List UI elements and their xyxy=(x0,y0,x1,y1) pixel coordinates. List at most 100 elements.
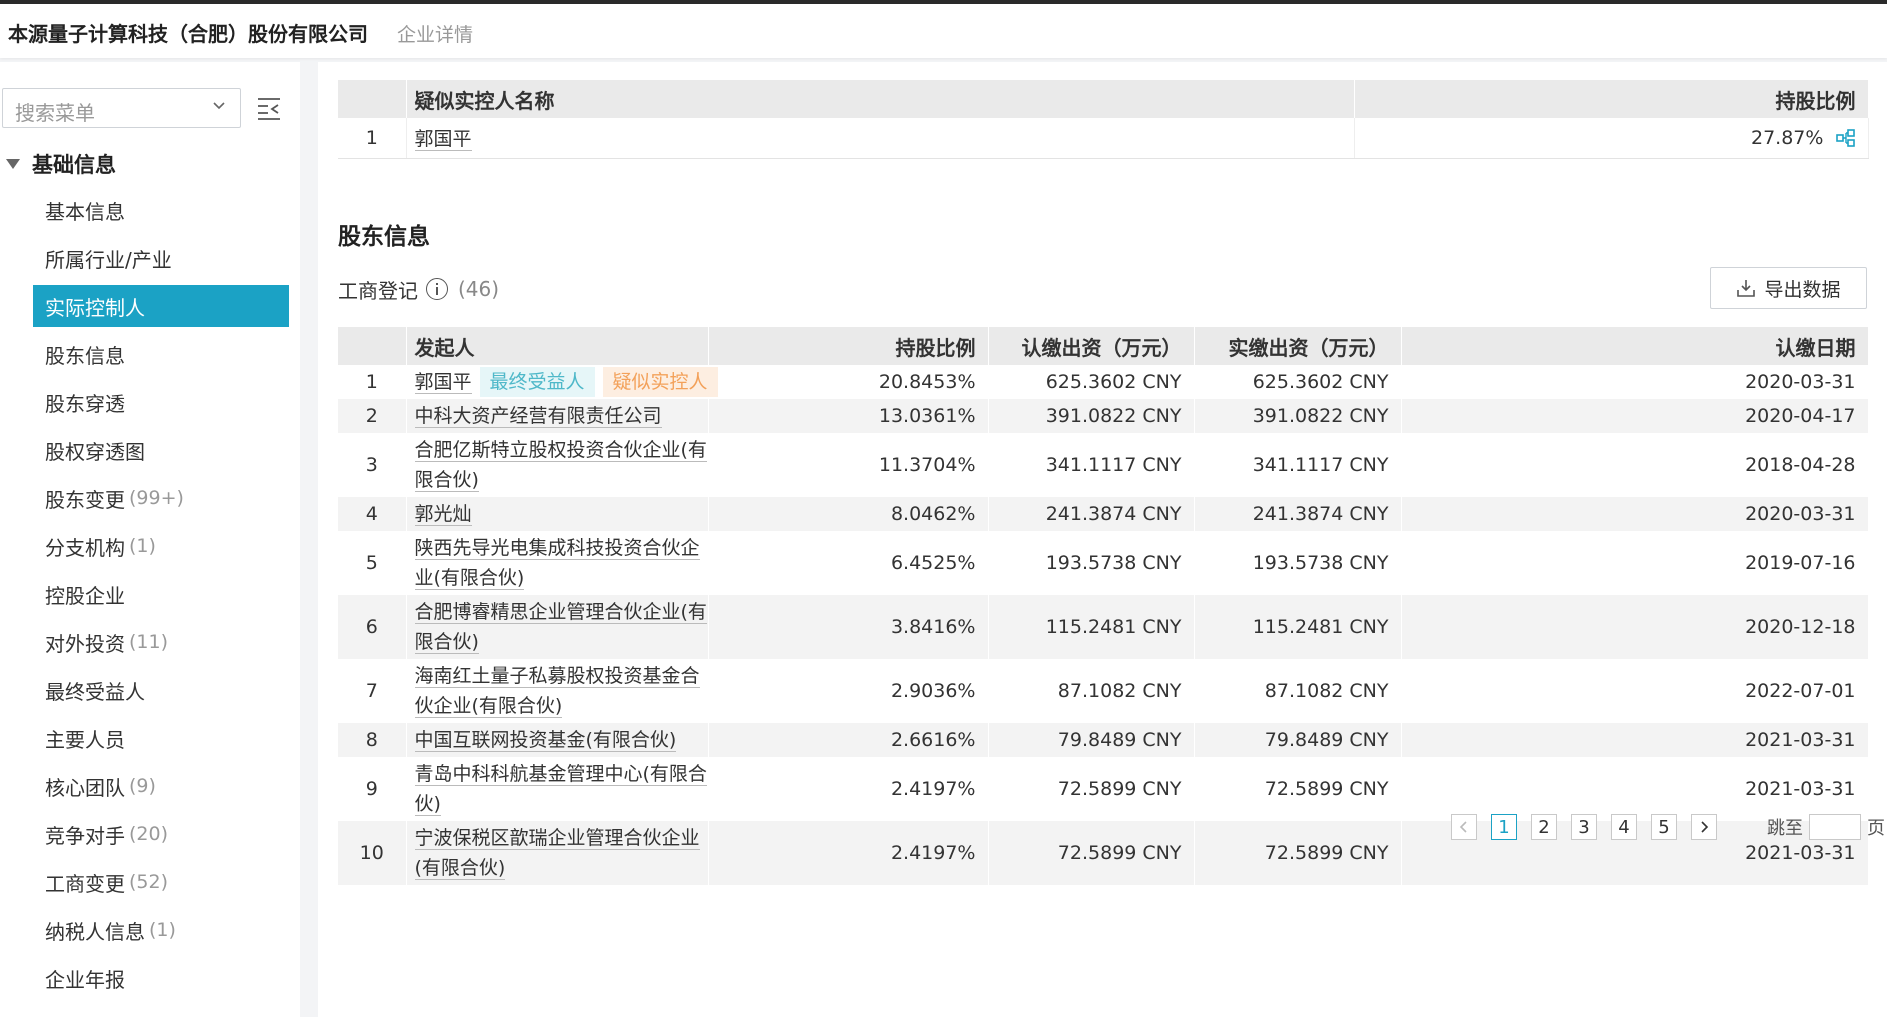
sidebar-item[interactable]: 最终受益人 xyxy=(33,669,289,711)
sidebar-item[interactable]: 纳税人信息 (1) xyxy=(33,909,289,951)
row-no: 1 xyxy=(338,118,407,159)
founder-cell: 青岛中科科航基金管理中心(有限合伙) xyxy=(406,757,709,821)
prev-page-button[interactable] xyxy=(1451,814,1477,840)
founder-name-link[interactable]: 陕西先导光电集成科技投资合伙企业(有限合伙) xyxy=(414,537,700,590)
equity-chart-icon[interactable] xyxy=(1835,128,1856,147)
founder-cell: 海南红土量子私募股权投资基金合伙企业(有限合伙) xyxy=(406,659,709,723)
ratio-cell: 13.0361% xyxy=(708,399,989,433)
founder-name-link[interactable]: 海南红土量子私募股权投资基金合伙企业(有限合伙) xyxy=(414,665,700,718)
sidebar-item[interactable]: 股东信息 xyxy=(33,333,289,375)
sidebar-item[interactable]: 核心团队 (9) xyxy=(33,765,289,807)
subscribed-cell: 87.1082 CNY xyxy=(988,659,1195,723)
sidebar-item[interactable]: 竞争对手 (20) xyxy=(33,813,289,855)
sidebar-item-label: 核心团队 xyxy=(45,775,125,800)
sidebar-item[interactable]: 对外投资 (11) xyxy=(33,621,289,663)
sidebar-item-label: 股权穿透图 xyxy=(45,439,145,464)
founder-name-link[interactable]: 合肥亿斯特立股权投资合伙企业(有限合伙) xyxy=(414,439,707,492)
sidebar-item-label: 对外投资 xyxy=(45,631,125,656)
ratio-cell: 6.4525% xyxy=(708,531,989,595)
paid-cell: 241.3874 CNY xyxy=(1194,497,1402,531)
founder-name-link[interactable]: 合肥博睿精思企业管理合伙企业(有限合伙) xyxy=(414,601,707,654)
next-page-button[interactable] xyxy=(1691,814,1717,840)
ratio-cell: 2.9036% xyxy=(708,659,989,723)
date-cell: 2020-12-18 xyxy=(1401,595,1869,659)
founder-name-link[interactable]: 郭光灿 xyxy=(414,503,472,526)
paid-cell: 193.5738 CNY xyxy=(1194,531,1402,595)
paid-cell: 72.5899 CNY xyxy=(1194,821,1402,885)
date-cell: 2020-03-31 xyxy=(1401,365,1869,399)
row-no: 1 xyxy=(338,365,407,399)
sidebar-item[interactable]: 股权穿透图 xyxy=(33,429,289,471)
export-data-button[interactable]: 导出数据 xyxy=(1710,267,1867,309)
col-no xyxy=(338,80,407,118)
beneficiary-badge: 最终受益人 xyxy=(479,367,595,397)
col-subscribed: 认缴出资（万元） xyxy=(988,327,1195,365)
paid-cell: 391.0822 CNY xyxy=(1194,399,1402,433)
sidebar-item[interactable]: 企业年报 xyxy=(33,957,289,999)
download-icon xyxy=(1737,280,1756,297)
subscribed-cell: 79.8489 CNY xyxy=(988,723,1195,757)
page-1-button[interactable]: 1 xyxy=(1491,814,1517,840)
jump-page-input[interactable] xyxy=(1809,814,1861,840)
sidebar-item[interactable]: 实际控制人 xyxy=(33,285,289,327)
sidebar-item[interactable]: 控股企业 xyxy=(33,573,289,615)
sidebar-item[interactable]: 工商变更 (52) xyxy=(33,861,289,903)
date-cell: 2018-04-28 xyxy=(1401,433,1869,497)
sidebar-item-label: 企业年报 xyxy=(45,967,125,992)
page-unit-label: 页 xyxy=(1867,818,1885,839)
founder-cell: 郭国平 最终受益人 疑似实控人 xyxy=(406,365,718,399)
sidebar-item[interactable]: 主要人员 xyxy=(33,717,289,759)
chevron-left-icon xyxy=(1459,821,1467,833)
table-row: 2 中科大资产经营有限责任公司 13.0361% 391.0822 CNY 391.08… xyxy=(338,399,1869,433)
table-row: 1 郭国平 最终受益人 疑似实控人 20.8453% 625.3602 CNY 625.36… xyxy=(338,365,1869,399)
date-cell: 2019-07-16 xyxy=(1401,531,1869,595)
ratio-cell: 2.6616% xyxy=(708,723,989,757)
sidebar-item[interactable]: 分支机构 (1) xyxy=(33,525,289,567)
page-5-button[interactable]: 5 xyxy=(1651,814,1677,840)
founder-name-link[interactable]: 宁波保税区歆瑞企业管理合伙企业(有限合伙) xyxy=(414,827,700,880)
sidebar-item-count: (1) xyxy=(149,919,176,941)
founder-name-link[interactable]: 中科大资产经营有限责任公司 xyxy=(414,405,662,428)
col-paid: 实缴出资（万元） xyxy=(1194,327,1402,365)
export-label: 导出数据 xyxy=(1764,278,1841,301)
col-no xyxy=(338,327,407,365)
search-placeholder: 搜索菜单 xyxy=(15,101,95,125)
controller-ratio: 27.87% xyxy=(1354,118,1869,159)
controller-name: 郭国平 xyxy=(406,118,1355,159)
row-no: 5 xyxy=(338,531,407,595)
section-title: 股东信息 xyxy=(338,224,430,250)
sidebar-item-label: 最终受益人 xyxy=(45,679,145,704)
sidebar-item-label: 竞争对手 xyxy=(45,823,125,848)
sidebar-item-label: 纳税人信息 xyxy=(45,919,145,944)
founder-name-link[interactable]: 中国互联网投资基金(有限合伙) xyxy=(414,729,677,752)
founder-name-link[interactable]: 青岛中科科航基金管理中心(有限合伙) xyxy=(414,763,707,816)
table-row: 3 合肥亿斯特立股权投资合伙企业(有限合伙) 11.3704% 341.1117 CN… xyxy=(338,433,1869,497)
menu-search-select[interactable]: 搜索菜单 xyxy=(2,88,241,128)
jump-label: 跳至 xyxy=(1767,818,1803,839)
page-2-button[interactable]: 2 xyxy=(1531,814,1557,840)
page-3-button[interactable]: 3 xyxy=(1571,814,1597,840)
subscribed-cell: 341.1117 CNY xyxy=(988,433,1195,497)
table-row: 1 郭国平 27.87% xyxy=(338,118,1869,159)
sidebar-item[interactable]: 所属行业/产业 xyxy=(33,237,289,279)
founder-cell: 合肥博睿精思企业管理合伙企业(有限合伙) xyxy=(406,595,709,659)
group-basic-info[interactable]: 基础信息 xyxy=(4,149,116,179)
sidebar-item[interactable]: 基本信息 xyxy=(33,189,289,231)
table-row: 7 海南红土量子私募股权投资基金合伙企业(有限合伙) 2.9036% 87.1082 … xyxy=(338,659,1869,723)
table-row: 5 陕西先导光电集成科技投资合伙企业(有限合伙) 6.4525% 193.5738 C… xyxy=(338,531,1869,595)
col-founder: 发起人 xyxy=(406,327,709,365)
paid-cell: 72.5899 CNY xyxy=(1194,757,1402,821)
page-4-button[interactable]: 4 xyxy=(1611,814,1637,840)
paid-cell: 79.8489 CNY xyxy=(1194,723,1402,757)
sidebar-item[interactable]: 股东穿透 xyxy=(33,381,289,423)
sidebar-item[interactable]: 股东变更 (99+) xyxy=(33,477,289,519)
group-label: 基础信息 xyxy=(32,153,116,177)
founder-name-link[interactable]: 郭国平 xyxy=(414,371,472,394)
row-no: 3 xyxy=(338,433,407,497)
controller-name-link[interactable]: 郭国平 xyxy=(414,128,472,152)
collapse-menu-icon[interactable] xyxy=(256,95,284,121)
row-no: 8 xyxy=(338,723,407,757)
sidebar-item-label: 股东信息 xyxy=(45,343,125,368)
info-icon[interactable] xyxy=(426,278,448,300)
registry-label: 工商登记 xyxy=(338,278,418,303)
